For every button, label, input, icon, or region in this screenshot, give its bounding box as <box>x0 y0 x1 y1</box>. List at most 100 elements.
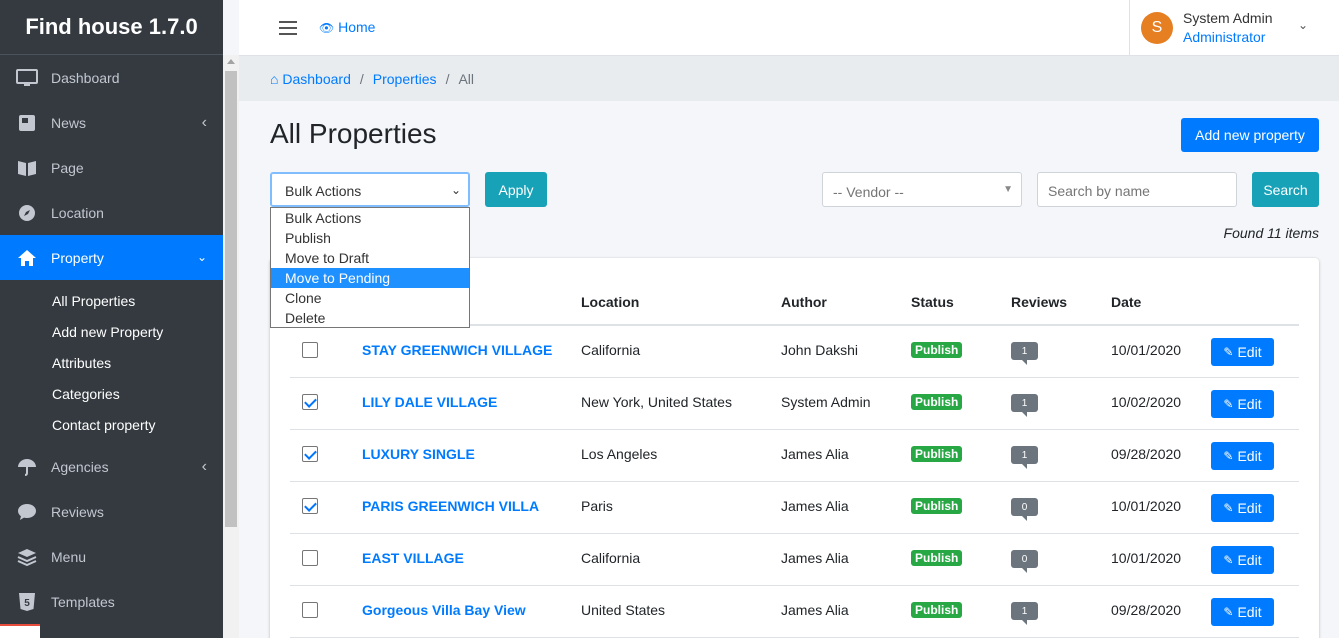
add-property-button[interactable]: Add new property <box>1181 118 1319 152</box>
status-badge: Publish <box>911 498 963 514</box>
sidebar-item-menu[interactable]: Menu <box>0 534 223 579</box>
sidebar-item-location[interactable]: Location <box>0 190 223 235</box>
property-title-link[interactable]: PARIS GREENWICH VILLA <box>362 498 539 514</box>
edit-icon: ✎ <box>1223 605 1234 619</box>
newspaper-icon <box>16 112 38 134</box>
sidebar-item-label: Menu <box>51 548 87 565</box>
property-title-link[interactable]: Gorgeous Villa Bay View <box>362 602 526 618</box>
monitor-icon <box>16 67 38 89</box>
property-title-link[interactable]: EAST VILLAGE <box>362 550 464 566</box>
edit-icon: ✎ <box>1223 345 1234 359</box>
scroll-up-arrow-icon[interactable] <box>227 59 235 64</box>
property-title-link[interactable]: STAY GREENWICH VILLAGE <box>362 342 552 358</box>
bulk-actions-select[interactable]: Bulk Actions ⌄ <box>270 172 470 207</box>
reviews-count-badge: 1 <box>1011 602 1038 625</box>
property-date: 10/01/2020 <box>1111 342 1182 358</box>
row-checkbox[interactable] <box>302 602 318 618</box>
status-badge: Publish <box>911 550 963 566</box>
breadcrumb-dashboard[interactable]: ⌂ Dashboard <box>270 71 351 87</box>
sidebar: Find house 1.7.0 Dashboard News ‹ Page L… <box>0 0 239 638</box>
sidebar-item-templates[interactable]: 5 Templates <box>0 579 223 624</box>
sidebar-item-dashboard[interactable]: Dashboard <box>0 55 223 100</box>
edit-button[interactable]: ✎ Edit <box>1211 546 1274 574</box>
svg-text:5: 5 <box>24 598 30 609</box>
submenu-item-add-property[interactable]: Add new Property <box>0 316 223 347</box>
column-header-author[interactable]: Author <box>781 294 827 310</box>
home-link[interactable]: 👁 Home <box>319 19 375 35</box>
property-location: Paris <box>581 498 613 514</box>
property-author: System Admin <box>781 394 871 410</box>
table-row: EAST VILLAGE California James Alia Publish 0… <box>290 534 1299 586</box>
edit-button[interactable]: ✎ Edit <box>1211 390 1274 418</box>
chevron-down-icon: ⌄ <box>450 183 461 197</box>
sidebar-item-news[interactable]: News ‹ <box>0 100 223 145</box>
bulk-option-highlighted[interactable]: Move to Pending <box>271 268 469 288</box>
property-date: 09/28/2020 <box>1111 446 1182 462</box>
search-button[interactable]: Search <box>1252 172 1319 207</box>
property-author: John Dakshi <box>781 342 859 358</box>
column-header-date[interactable]: Date <box>1111 294 1141 310</box>
column-header-location[interactable]: Location <box>581 294 639 310</box>
row-checkbox[interactable] <box>302 446 318 462</box>
edit-label: Edit <box>1237 604 1262 620</box>
edit-button[interactable]: ✎ Edit <box>1211 598 1274 626</box>
property-title-link[interactable]: LILY DALE VILLAGE <box>362 394 497 410</box>
book-icon <box>16 157 38 179</box>
scrollbar-thumb[interactable] <box>225 71 237 527</box>
bulk-option[interactable]: Clone <box>271 288 469 308</box>
edit-button[interactable]: ✎ Edit <box>1211 494 1274 522</box>
sidebar-item-agencies[interactable]: Agencies ‹ <box>0 444 223 489</box>
property-title-link[interactable]: LUXURY SINGLE <box>362 446 475 462</box>
breadcrumb-properties[interactable]: Properties <box>373 71 437 87</box>
row-checkbox[interactable] <box>302 394 318 410</box>
page-title: All Properties <box>270 118 437 149</box>
submenu-item-all-properties[interactable]: All Properties <box>0 285 223 316</box>
brand-logo[interactable]: Find house 1.7.0 <box>0 0 223 55</box>
property-submenu: All Properties Add new Property Attribut… <box>0 280 223 444</box>
row-checkbox[interactable] <box>302 498 318 514</box>
bulk-actions-dropdown: Bulk Actions Publish Move to Draft Move … <box>270 207 470 328</box>
top-navbar: 👁 Home S System Admin Administrator ⌄ <box>239 0 1339 56</box>
sidebar-scrollbar[interactable] <box>223 55 239 638</box>
submenu-item-categories[interactable]: Categories <box>0 378 223 409</box>
sidebar-item-page[interactable]: Page <box>0 145 223 190</box>
property-author: James Alia <box>781 498 849 514</box>
hamburger-menu-icon[interactable] <box>279 21 297 35</box>
sidebar-item-property[interactable]: Property ⌄ <box>0 235 223 280</box>
edit-button[interactable]: ✎ Edit <box>1211 338 1274 366</box>
breadcrumb: ⌂ Dashboard / Properties / All <box>270 71 475 87</box>
avatar: S <box>1141 12 1173 44</box>
column-header-reviews[interactable]: Reviews <box>1011 294 1067 310</box>
bulk-option[interactable]: Bulk Actions <box>271 208 469 228</box>
user-name: System Admin <box>1183 10 1273 26</box>
reviews-count-badge: 1 <box>1011 394 1038 417</box>
breadcrumb-bar: ⌂ Dashboard / Properties / All <box>239 56 1339 101</box>
row-checkbox[interactable] <box>302 342 318 358</box>
chevron-down-icon: ⌄ <box>196 250 207 264</box>
vendor-select[interactable]: -- Vendor -- ▼ <box>822 172 1022 207</box>
reviews-count-badge: 1 <box>1011 342 1038 365</box>
home-label: Home <box>338 19 376 35</box>
column-header-status[interactable]: Status <box>911 294 954 310</box>
status-badge: Publish <box>911 394 963 410</box>
umbrella-icon <box>16 456 38 478</box>
apply-button[interactable]: Apply <box>485 172 547 207</box>
table-row: LUXURY SINGLE Los Angeles James Alia Publis… <box>290 430 1299 482</box>
edit-button[interactable]: ✎ Edit <box>1211 442 1274 470</box>
row-checkbox[interactable] <box>302 550 318 566</box>
edit-icon: ✎ <box>1223 553 1234 567</box>
breadcrumb-current: All <box>458 71 475 87</box>
status-badge: Publish <box>911 342 963 358</box>
bulk-option[interactable]: Publish <box>271 228 469 248</box>
user-menu[interactable]: S System Admin Administrator ⌄ <box>1129 0 1319 56</box>
sidebar-item-reviews[interactable]: Reviews <box>0 489 223 534</box>
bulk-option[interactable]: Delete <box>271 308 469 328</box>
search-input[interactable]: Search by name <box>1037 172 1237 207</box>
submenu-item-contact-property[interactable]: Contact property <box>0 409 223 440</box>
property-location: California <box>581 342 641 358</box>
edit-label: Edit <box>1237 396 1262 412</box>
sidebar-item-label: Location <box>51 204 104 221</box>
corner-marker <box>0 624 40 638</box>
bulk-option[interactable]: Move to Draft <box>271 248 469 268</box>
submenu-item-attributes[interactable]: Attributes <box>0 347 223 378</box>
